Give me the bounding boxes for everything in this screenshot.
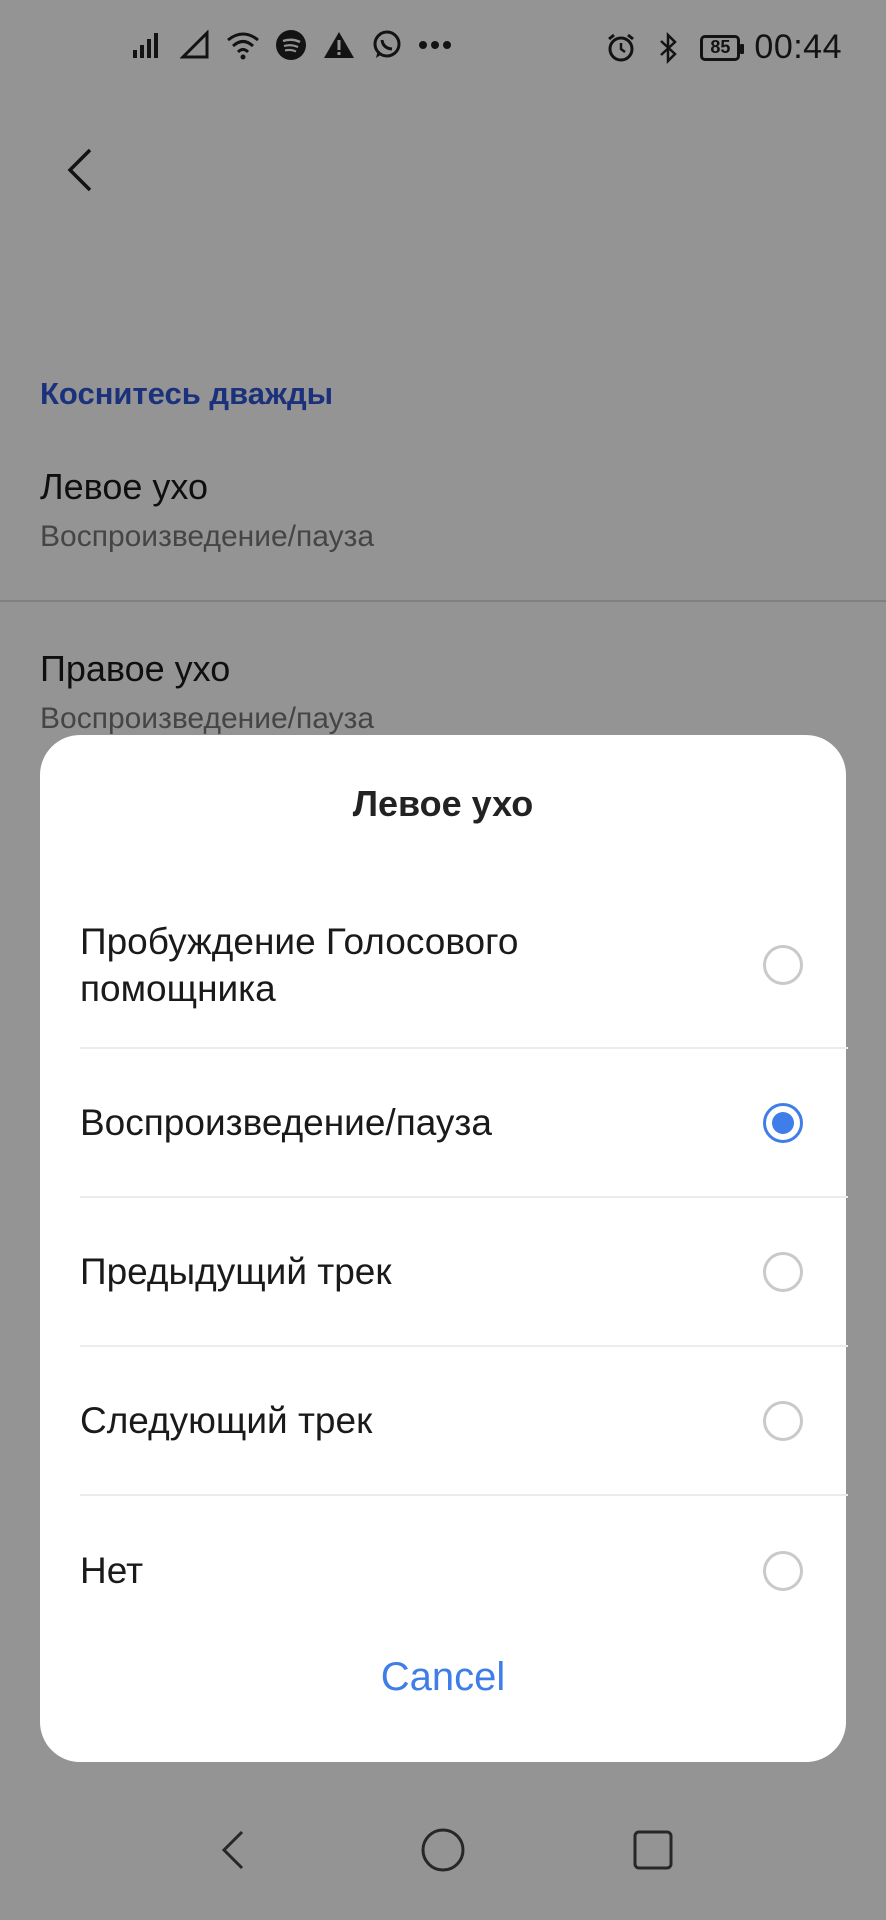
option-label: Нет (80, 1550, 144, 1591)
option-label: Следующий трек (80, 1400, 373, 1441)
left-ear-dialog: Левое ухо Пробуждение Голосового помощни… (40, 735, 848, 1762)
option-voice-assistant[interactable]: Пробуждение Голосового помощника (80, 882, 848, 1049)
dialog-title: Левое ухо (352, 783, 534, 824)
option-previous-track[interactable]: Предыдущий трек (80, 1198, 848, 1347)
radio-unchecked-icon[interactable] (763, 944, 803, 985)
radio-unchecked-icon[interactable] (763, 1251, 803, 1292)
option-next-track[interactable]: Следующий трек (80, 1347, 848, 1496)
option-list: Пробуждение Голосового помощника Воспрои… (80, 882, 848, 1645)
radio-checked-icon[interactable] (763, 1102, 803, 1143)
cancel-button[interactable]: Cancel (40, 1655, 846, 1700)
option-none[interactable]: Нет (80, 1496, 848, 1645)
option-play-pause[interactable]: Воспроизведение/пауза (80, 1049, 848, 1198)
radio-unchecked-icon[interactable] (763, 1400, 803, 1441)
radio-unchecked-icon[interactable] (763, 1550, 803, 1591)
option-label: Воспроизведение/пауза (80, 1102, 492, 1143)
option-label: Пробуждение Голосового помощника (80, 920, 519, 1009)
option-label: Предыдущий трек (80, 1251, 392, 1292)
